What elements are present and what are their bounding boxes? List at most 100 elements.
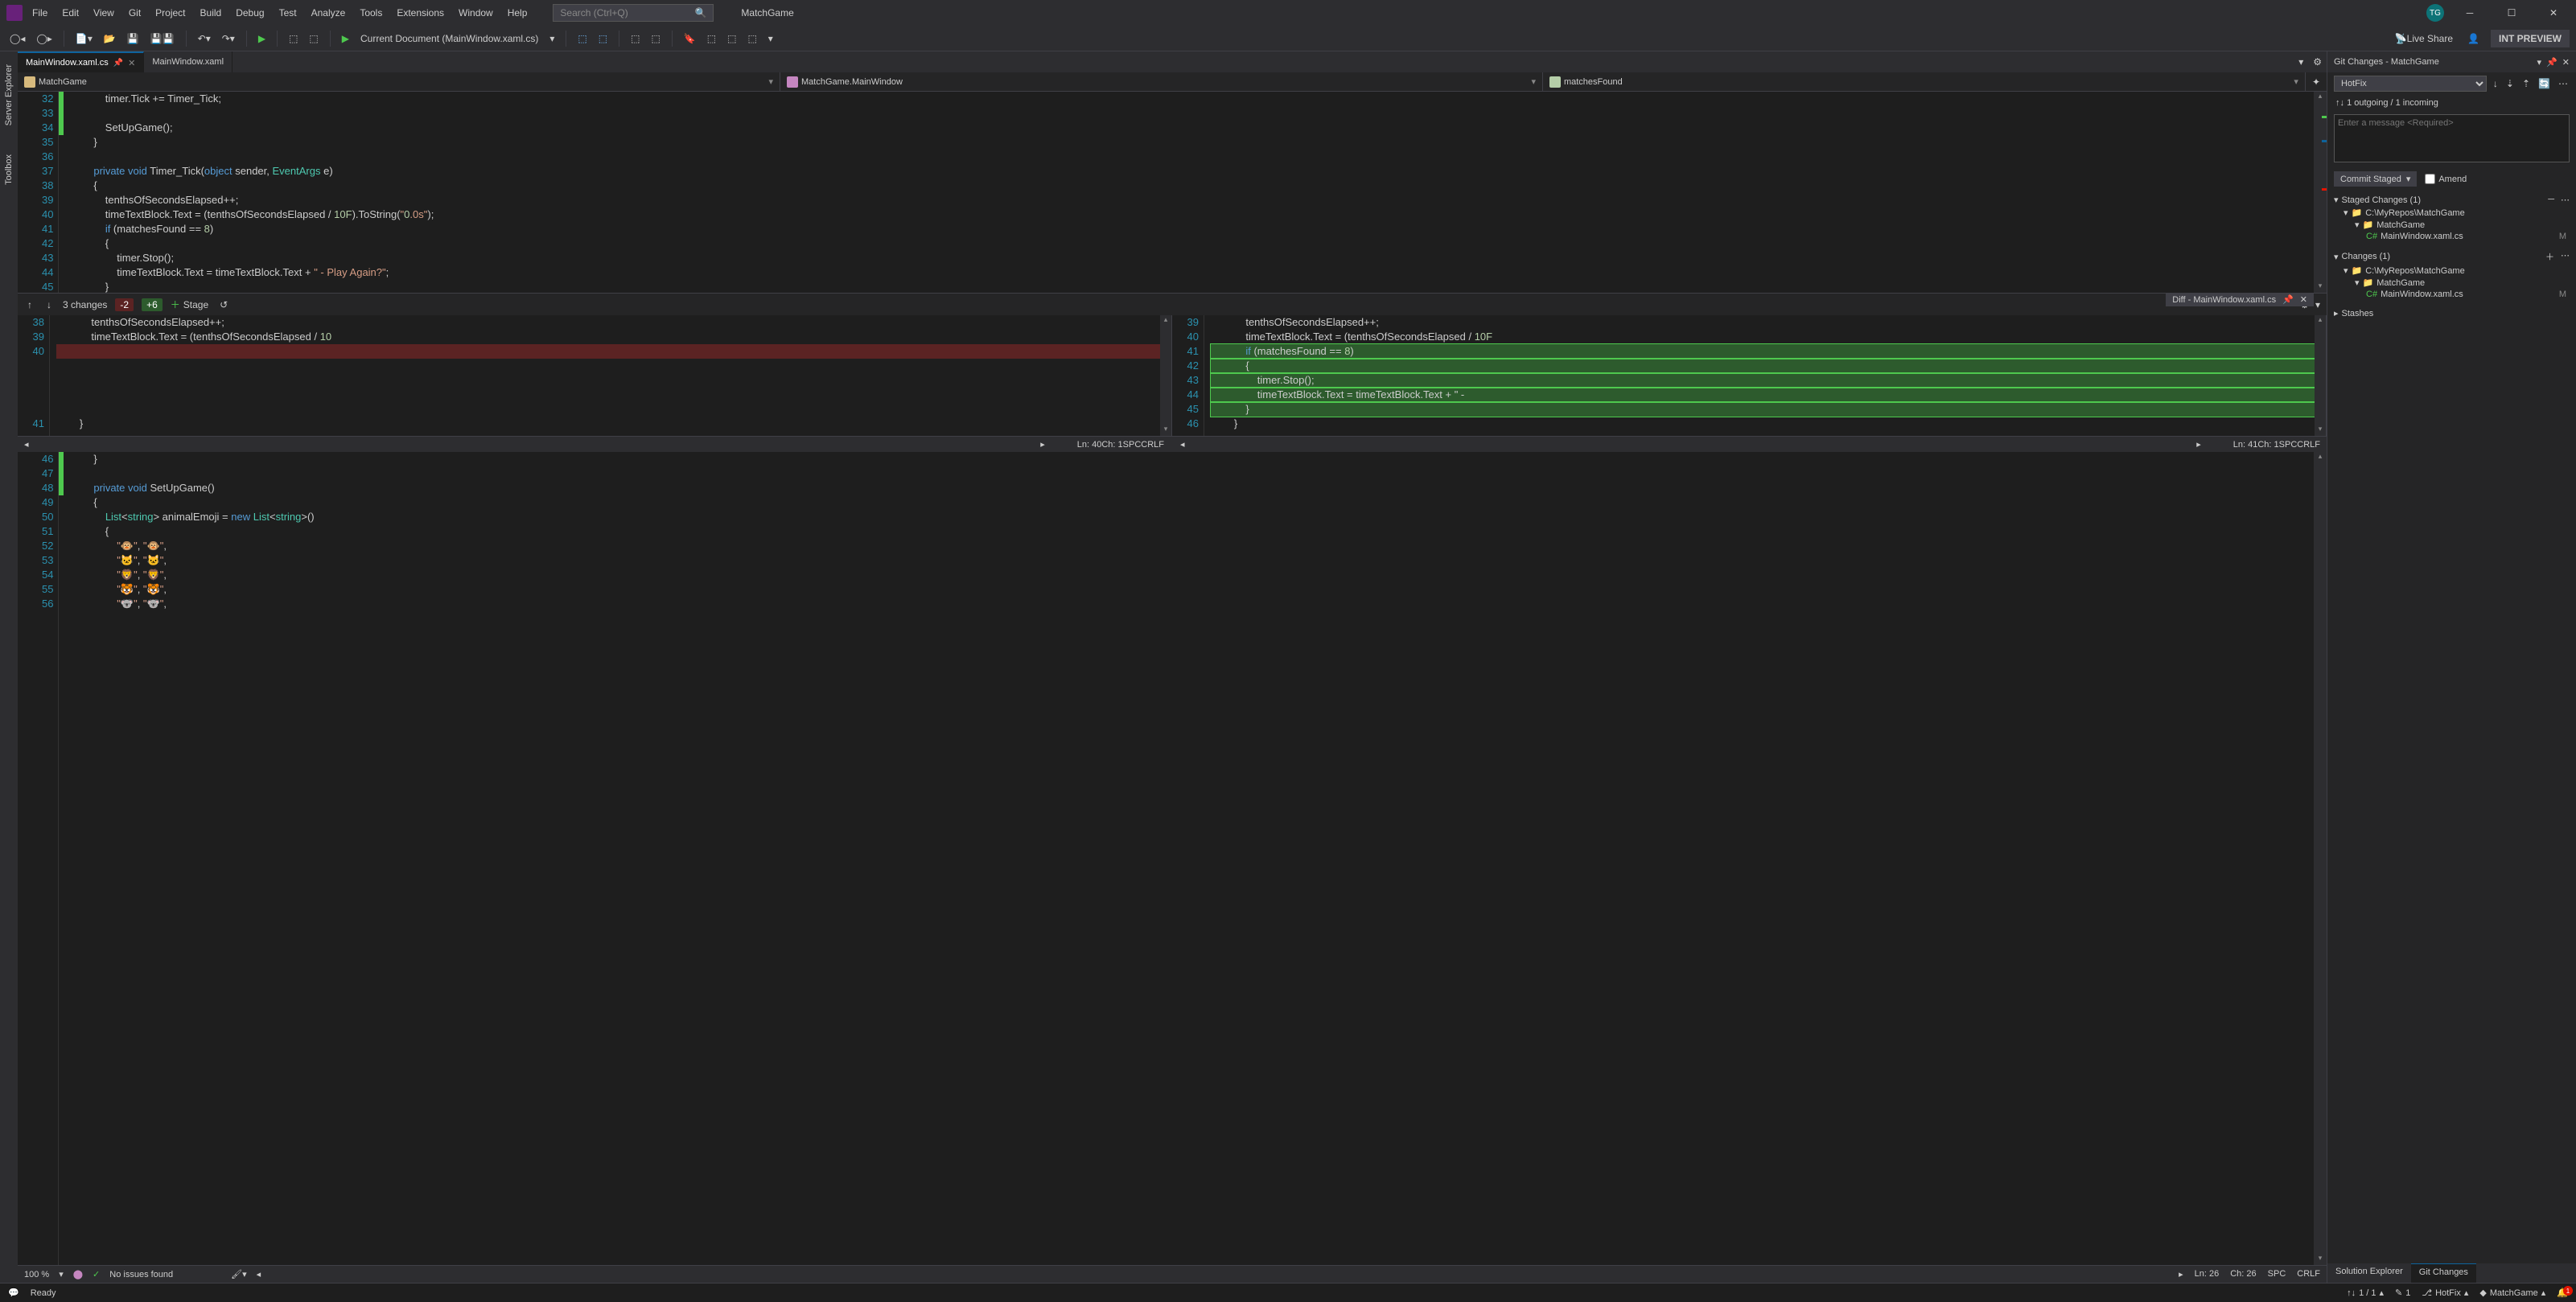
open-button[interactable]: 📂 [101,31,119,46]
menu-debug[interactable]: Debug [229,4,270,22]
redo-button[interactable]: ↷▾ [219,31,238,46]
menu-edit[interactable]: Edit [56,4,85,22]
step-over-button[interactable]: ⬚ [306,31,321,46]
search-box[interactable]: Search (Ctrl+Q) 🔍 [553,4,714,22]
staged-project-node[interactable]: ▾📁MatchGame [2344,219,2570,231]
diff-right-scroll-l[interactable]: ◂ [1180,439,1185,450]
unstage-all-icon[interactable]: ─ [2548,195,2554,205]
stashes-header[interactable]: ▸Stashes [2334,306,2570,320]
menu-test[interactable]: Test [273,4,303,22]
back-button[interactable]: ◯◂ [6,31,28,46]
overflow-button[interactable]: ▾ [765,31,776,46]
step-button[interactable]: ⬚ [286,31,301,46]
save-button[interactable]: 💾 [124,31,142,46]
diff-left-scroll-r[interactable]: ▸ [1040,439,1045,450]
tool-btn-4[interactable]: ⬚ [648,31,663,46]
sidebar-tab-server-explorer[interactable]: Server Explorer [2,58,15,132]
stage-button[interactable]: ＋Stage [171,298,208,311]
diff-left-pane[interactable]: 38394041 tenthsOfSecondsElapsed++; timeT… [18,315,1172,436]
repo-item[interactable]: ◆ MatchGame ▴ [2479,1288,2545,1298]
tool-btn-2[interactable]: ⬚ [595,31,611,46]
menu-build[interactable]: Build [194,4,228,22]
prev-change-button[interactable]: ↑ [24,298,35,312]
minimize-button[interactable]: ─ [2454,2,2486,24]
push-button[interactable]: ⇡ [2520,76,2532,91]
code-editor-lower[interactable]: } private void SetUpGame() { List<string… [64,452,2314,1265]
changes-more-icon[interactable]: ⋯ [2561,250,2570,263]
diff-right-scroll-r[interactable]: ▸ [2196,439,2201,450]
sync-status-item[interactable]: ↑↓ 1 / 1 ▴ [2347,1288,2384,1298]
diff-right-pane[interactable]: 3940414243444546 tenthsOfSecondsElapsed+… [1172,315,2327,436]
doc-dropdown[interactable]: ▾ [546,31,558,46]
commit-message-input[interactable] [2334,114,2570,162]
branch-item[interactable]: ⎇ HotFix ▴ [2422,1288,2468,1298]
staged-file-node[interactable]: C#MainWindow.xaml.csM [2344,231,2570,242]
user-avatar[interactable]: TG [2426,4,2444,22]
changes-file-node[interactable]: C#MainWindow.xaml.csM [2344,289,2570,300]
git-close-icon[interactable]: ✕ [2562,57,2570,68]
menu-tools[interactable]: Tools [353,4,389,22]
forward-button[interactable]: ◯▸ [33,31,55,46]
diff-dropdown-icon[interactable]: ▾ [2315,299,2320,310]
run-button[interactable]: ▶ [339,31,352,46]
close-button[interactable]: ✕ [2537,2,2570,24]
close-tab-icon[interactable]: ✕ [128,58,135,68]
git-pin-icon[interactable]: 📌 [2546,57,2557,68]
start-button[interactable]: ▶ [255,31,269,46]
tool-btn-7[interactable]: ⬚ [744,31,759,46]
stage-all-icon[interactable]: ＋ [2545,250,2554,263]
menu-extensions[interactable]: Extensions [390,4,451,22]
menu-help[interactable]: Help [501,4,534,22]
split-editor-button[interactable]: ✦ [2306,72,2327,91]
tool-btn-3[interactable]: ⬚ [628,31,643,46]
vertical-scrollbar[interactable]: ▴ ▾ [2314,92,2327,293]
diff-left-scroll-l[interactable]: ◂ [24,439,29,450]
vertical-scrollbar-lower[interactable]: ▴ ▾ [2314,452,2327,1265]
diff-pin-icon[interactable]: 📌 [2282,294,2294,305]
bookmark-button[interactable]: 🔖 [681,31,699,46]
sync-button[interactable]: 🔄 [2537,76,2552,91]
undo-button[interactable]: ↶▾ [195,31,214,46]
tool-btn-6[interactable]: ⬚ [724,31,739,46]
menu-analyze[interactable]: Analyze [305,4,352,22]
member-dropdown[interactable]: matchesFound ▾ [1543,72,2306,91]
maximize-button[interactable]: ☐ [2496,2,2528,24]
class-dropdown[interactable]: MatchGame.MainWindow ▾ [780,72,1543,91]
tool-btn-1[interactable]: ⬚ [574,31,590,46]
menu-project[interactable]: Project [149,4,191,22]
health-icon[interactable]: ⬤ [73,1269,83,1279]
line-gutter-lower[interactable]: 4647484950515253545556 [18,452,59,1265]
diff-close-icon[interactable]: ✕ [2300,294,2307,305]
tool-btn-5[interactable]: ⬚ [704,31,719,46]
commit-button[interactable]: Commit Staged ▾ [2334,171,2417,187]
staged-more-icon[interactable]: ⋯ [2561,195,2570,205]
scroll-left[interactable]: ◂ [257,1269,261,1279]
revert-button[interactable]: ↺ [216,298,231,312]
output-icon[interactable]: 💬 [8,1288,19,1298]
live-share-button[interactable]: 📡 Live Share [2392,31,2456,46]
notifications-item[interactable]: 🔔1 [2557,1288,2568,1298]
pin-icon[interactable]: 📌 [113,59,123,68]
pending-edits-item[interactable]: ✎ 1 [2395,1288,2410,1298]
menu-window[interactable]: Window [452,4,500,22]
namespace-dropdown[interactable]: MatchGame ▾ [18,72,780,91]
git-dropdown-icon[interactable]: ▾ [2537,57,2542,68]
new-item-button[interactable]: 📄▾ [72,31,96,46]
staged-repo-node[interactable]: ▾📁C:\MyRepos\MatchGame [2344,207,2570,219]
changes-project-node[interactable]: ▾📁MatchGame [2344,277,2570,289]
fetch-button[interactable]: ↓ [2492,76,2500,91]
zoom-level[interactable]: 100 % [24,1270,49,1279]
zoom-dropdown[interactable]: ▾ [59,1269,64,1279]
changes-repo-node[interactable]: ▾📁C:\MyRepos\MatchGame [2344,265,2570,277]
tab-dropdown[interactable]: ▾ [2294,51,2308,72]
tab-settings-icon[interactable]: ⚙ [2308,51,2327,72]
code-editor-upper[interactable]: timer.Tick += Timer_Tick; SetUpGame(); }… [64,92,2314,293]
save-all-button[interactable]: 💾💾 [147,31,178,46]
menu-view[interactable]: View [87,4,121,22]
issues-label[interactable]: No issues found [109,1270,173,1279]
line-gutter[interactable]: 3233343536373839404142434445 [18,92,59,293]
document-tab[interactable]: MainWindow.xaml.cs📌✕ [18,51,144,72]
sidebar-tab-toolbox[interactable]: Toolbox [2,148,15,191]
next-change-button[interactable]: ↓ [43,298,55,312]
tool-tab-git-changes[interactable]: Git Changes [2411,1263,2476,1283]
